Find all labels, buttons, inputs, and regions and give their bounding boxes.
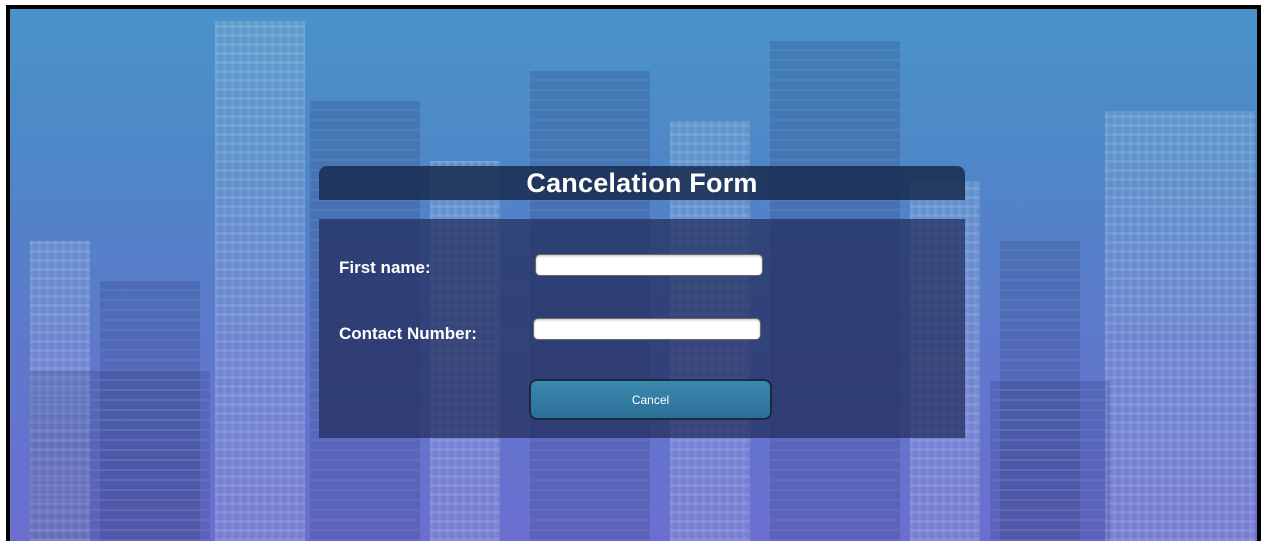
cancel-button[interactable]: Cancel	[529, 379, 772, 420]
page-frame: Cancelation Form First name: Contact Num…	[6, 5, 1261, 541]
first-name-label: First name:	[339, 258, 431, 277]
form-body: First name: Contact Number: Cancel	[319, 219, 965, 438]
cancelation-form-panel: Cancelation Form First name: Contact Num…	[319, 166, 965, 438]
contact-number-input[interactable]	[533, 318, 761, 340]
first-name-input[interactable]	[535, 254, 763, 276]
contact-number-label: Contact Number:	[339, 324, 477, 343]
form-title: Cancelation Form	[526, 167, 758, 198]
form-header: Cancelation Form	[319, 166, 965, 200]
